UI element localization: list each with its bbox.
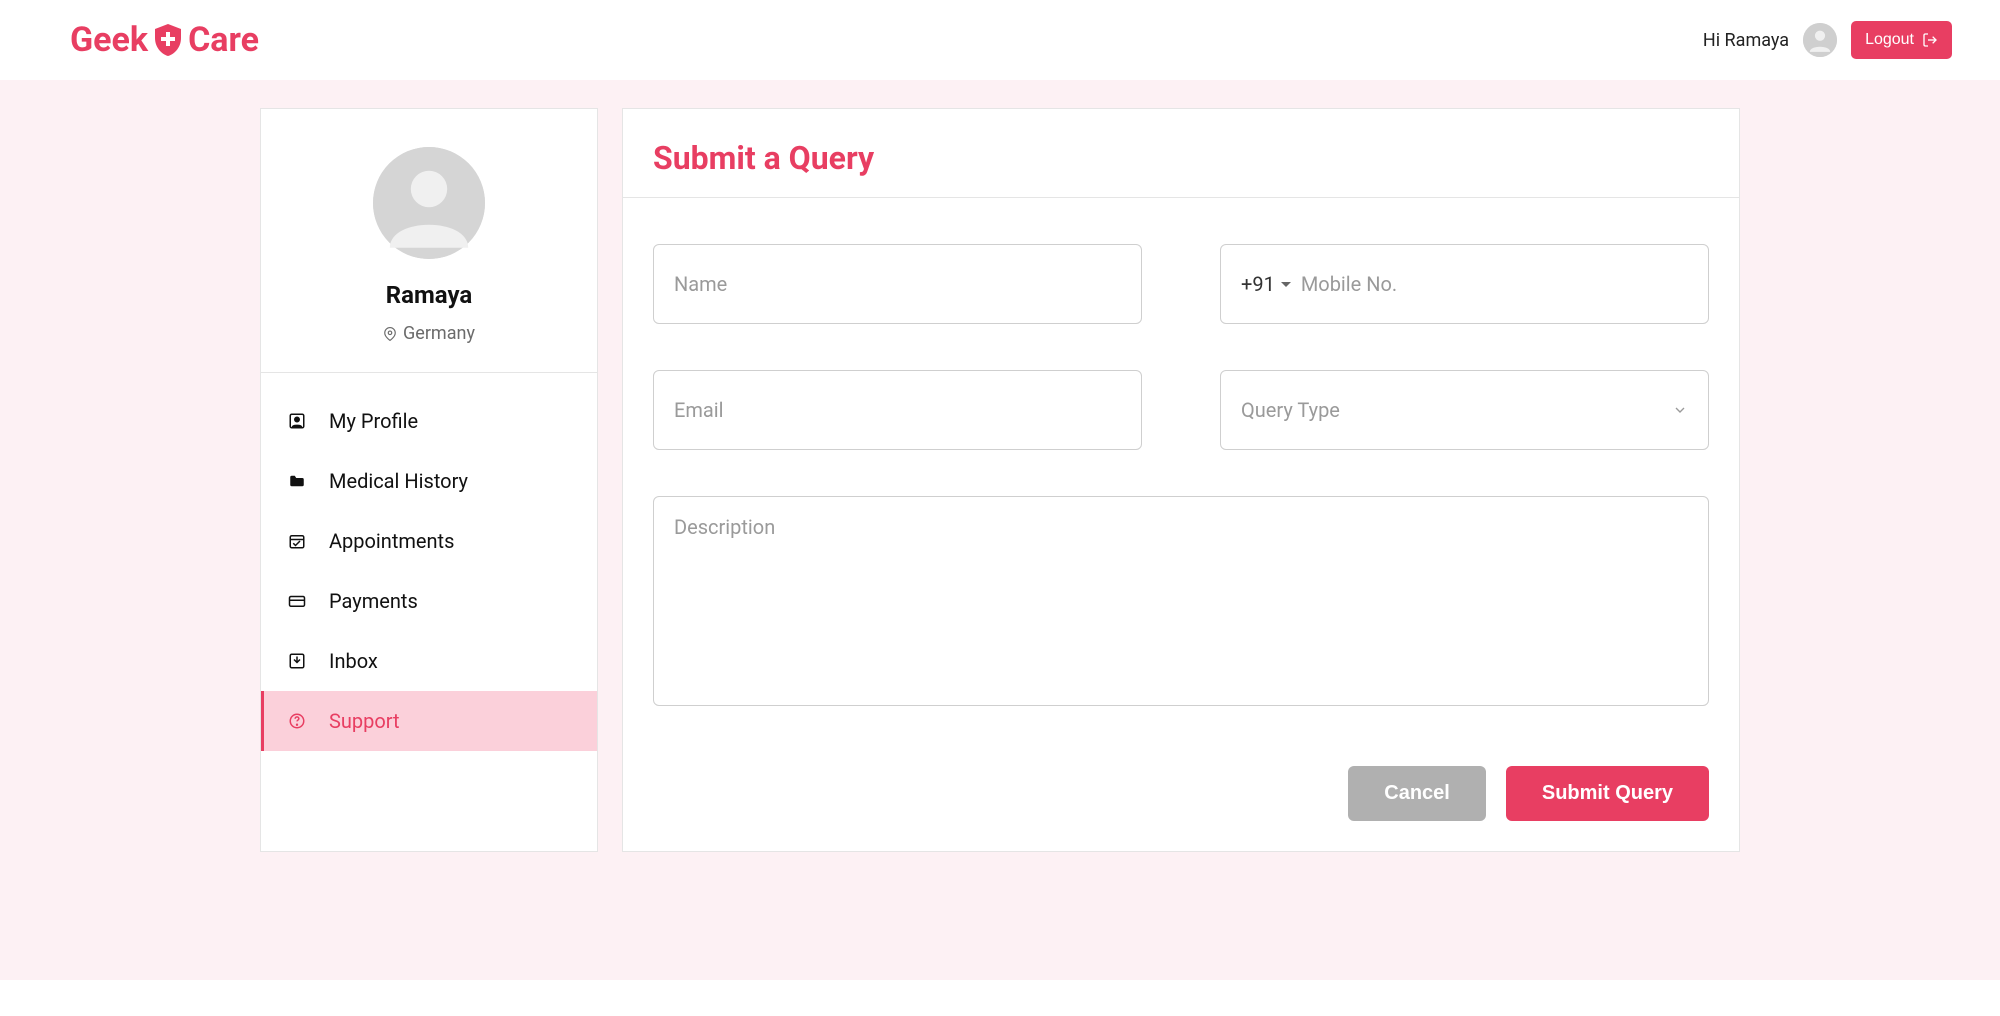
query-form: +91 Query Type: [623, 198, 1739, 851]
main-panel: Submit a Query +91 Que: [622, 108, 1740, 852]
sidebar-item-appointments[interactable]: Appointments: [261, 511, 597, 571]
avatar-large-icon: [373, 147, 485, 259]
cancel-button[interactable]: Cancel: [1348, 766, 1486, 821]
sidebar-item-inbox[interactable]: Inbox: [261, 631, 597, 691]
sidebar-item-label: Appointments: [329, 529, 454, 553]
logout-button[interactable]: Logout: [1851, 21, 1952, 59]
sidebar-item-medical-history[interactable]: Medical History: [261, 451, 597, 511]
avatar-icon[interactable]: [1803, 23, 1837, 57]
form-actions: Cancel Submit Query: [653, 766, 1709, 821]
header-right: Hi Ramaya Logout: [1703, 21, 1952, 59]
email-input[interactable]: [653, 370, 1142, 450]
inbox-icon: [287, 652, 307, 670]
shield-plus-icon: [152, 22, 184, 58]
query-type-select[interactable]: Query Type: [1220, 370, 1709, 450]
page-title: Submit a Query: [653, 139, 1709, 177]
logout-icon: [1922, 32, 1938, 48]
header: Geek Care Hi Ramaya Logout: [0, 0, 2000, 80]
mobile-input[interactable]: [1301, 272, 1688, 296]
sidebar-item-label: My Profile: [329, 409, 418, 433]
chevron-down-icon: [1281, 282, 1291, 287]
calendar-icon: [287, 532, 307, 550]
form-row-2: Query Type: [653, 370, 1709, 450]
card-icon: [287, 592, 307, 610]
sidebar-item-label: Support: [329, 709, 400, 733]
sidebar-item-payments[interactable]: Payments: [261, 571, 597, 631]
sidebar-item-label: Inbox: [329, 649, 378, 673]
main-header: Submit a Query: [623, 109, 1739, 198]
country-code-value: +91: [1241, 272, 1275, 296]
name-input[interactable]: [653, 244, 1142, 324]
query-type-placeholder: Query Type: [1241, 398, 1340, 422]
help-icon: [287, 712, 307, 730]
chevron-down-icon: [1672, 402, 1688, 418]
logo-text-left: Geek: [70, 20, 148, 60]
sidebar: Ramaya Germany: [260, 108, 598, 852]
profile-icon: [287, 412, 307, 430]
logout-label: Logout: [1865, 31, 1914, 49]
sidebar-item-my-profile[interactable]: My Profile: [261, 391, 597, 451]
sidebar-nav: My Profile Medical History: [261, 373, 597, 751]
country-code-select[interactable]: +91: [1241, 272, 1291, 296]
folder-icon: [287, 472, 307, 490]
profile-block: Ramaya Germany: [261, 109, 597, 373]
mobile-field[interactable]: +91: [1220, 244, 1709, 324]
submit-query-button[interactable]: Submit Query: [1506, 766, 1709, 821]
location-pin-icon: [383, 325, 397, 343]
description-textarea[interactable]: [653, 496, 1709, 706]
profile-location-text: Germany: [403, 323, 475, 344]
profile-name: Ramaya: [281, 281, 577, 309]
sidebar-item-label: Medical History: [329, 469, 468, 493]
sidebar-item-label: Payments: [329, 589, 418, 613]
profile-location: Germany: [281, 323, 577, 344]
logo[interactable]: Geek Care: [70, 20, 259, 60]
form-row-1: +91: [653, 244, 1709, 324]
sidebar-item-support[interactable]: Support: [261, 691, 597, 751]
greeting-text: Hi Ramaya: [1703, 30, 1789, 51]
logo-text-right: Care: [188, 20, 259, 60]
container: Ramaya Germany: [220, 108, 1780, 852]
page-body: Ramaya Germany: [0, 80, 2000, 980]
